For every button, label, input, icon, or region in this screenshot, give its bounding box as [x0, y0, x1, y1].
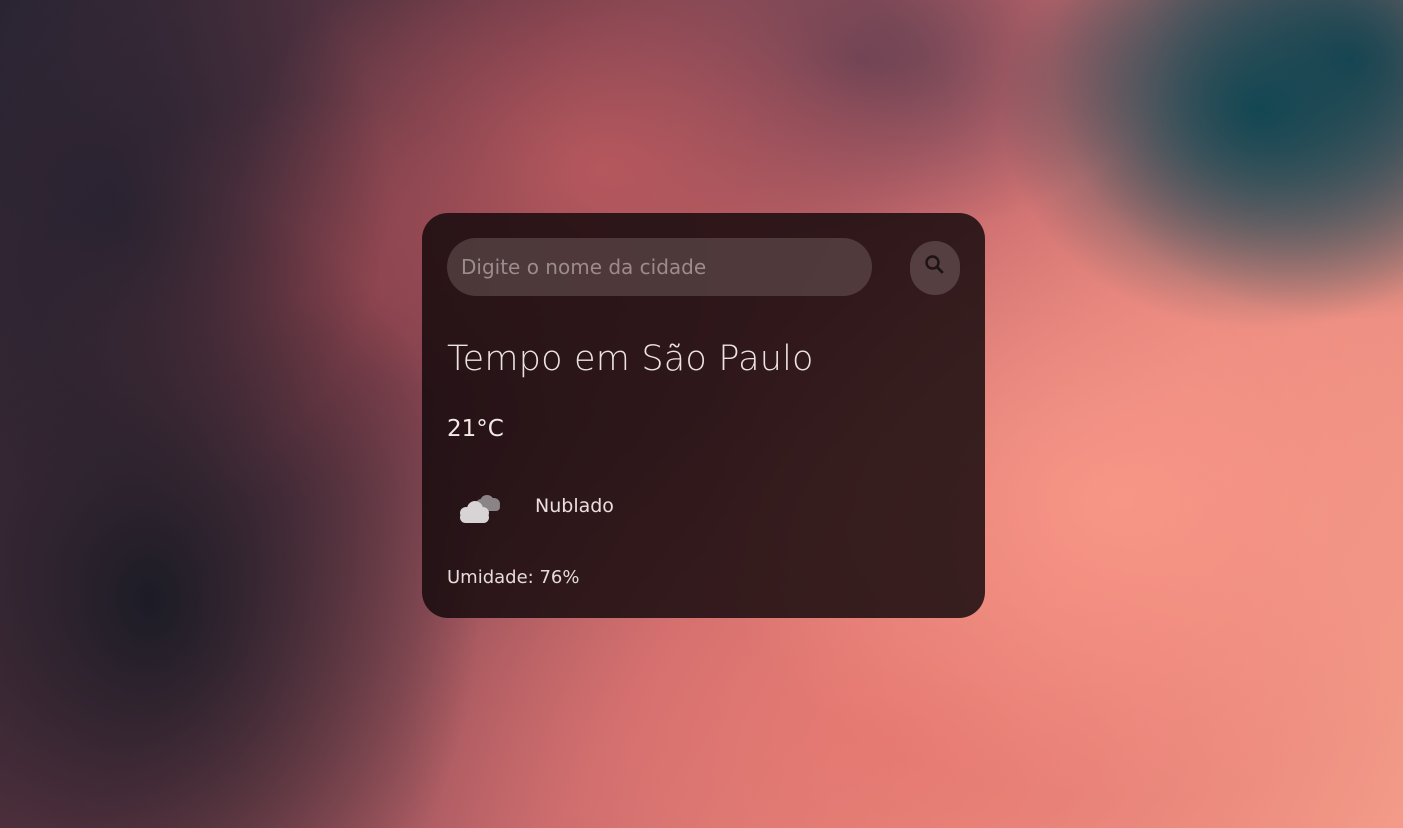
condition-row: Nublado: [447, 483, 747, 533]
city-search-input[interactable]: [447, 238, 872, 296]
cloud-icon: [460, 495, 500, 523]
city-title: Tempo em São Paulo: [447, 339, 814, 379]
humidity: Umidade: 76%: [447, 567, 580, 588]
search-button[interactable]: [910, 241, 960, 295]
search-icon: [925, 255, 944, 274]
weather-card: Tempo em São Paulo 21°C Nublado Umidade:…: [422, 213, 985, 618]
condition-label: Nublado: [535, 495, 614, 517]
temperature: 21°C: [447, 416, 504, 442]
